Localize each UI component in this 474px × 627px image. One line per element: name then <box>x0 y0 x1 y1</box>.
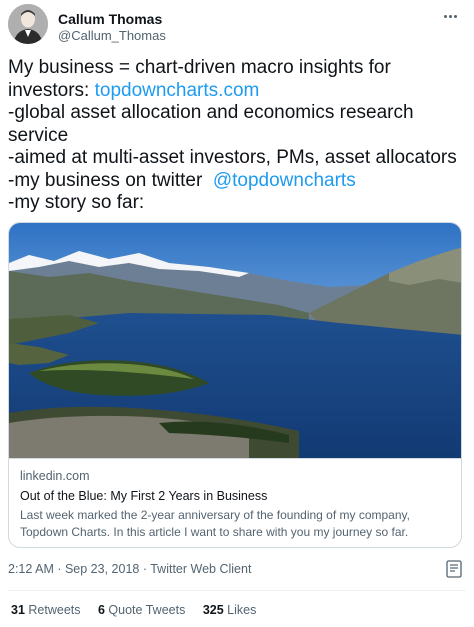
tweet-text: My business = chart-driven macro insight… <box>8 57 468 215</box>
card-domain: linkedin.com <box>20 469 90 483</box>
retweets-count: 31 <box>11 603 25 617</box>
card-description-line-2: Topdown Charts. In this article I want t… <box>20 525 409 539</box>
tweet-line-2: investors: topdowncharts.com <box>8 80 468 103</box>
tweet-line-6-prefix: -my business on twitter <box>8 169 213 191</box>
tweet-line-5: -aimed at multi-asset investors, PMs, as… <box>8 147 457 168</box>
tweet-line-6: -my business on twitter @topdowncharts <box>8 170 468 193</box>
avatar[interactable] <box>8 4 48 44</box>
quote-tweets-label: Quote Tweets <box>108 603 186 617</box>
author-handle[interactable]: @Callum_Thomas <box>58 28 166 43</box>
link-preview-card[interactable]: linkedin.com Out of the Blue: My First 2… <box>8 222 462 548</box>
quote-tweets-count: 6 <box>97 603 105 617</box>
tweet-line-3: -global asset allocation and economics r… <box>8 102 414 123</box>
card-title[interactable]: Out of the Blue: My First 2 Years in Bus… <box>20 488 452 505</box>
tweet-line-1: My business = chart-driven macro insight… <box>8 57 391 78</box>
quote-tweets-stat[interactable]: 6 Quote Tweets <box>98 603 185 617</box>
card-description-line-1: Last week marked the 2-year anniversary … <box>20 508 410 522</box>
likes-count: 325 <box>202 603 224 617</box>
website-link[interactable]: topdowncharts.com <box>95 80 260 101</box>
retweets-label: Retweets <box>28 603 81 617</box>
analytics-icon[interactable] <box>446 560 462 578</box>
author-name[interactable]: Callum Thomas <box>58 11 162 27</box>
card-image-lake-landscape <box>9 223 461 458</box>
mention-link[interactable]: @topdowncharts <box>213 170 356 191</box>
card-description: Last week marked the 2-year anniversary … <box>20 507 452 541</box>
more-icon[interactable] <box>440 8 460 24</box>
tweet-timestamp[interactable]: 2:12 AM · Sep 23, 2018 · Twitter Web Cli… <box>8 562 251 576</box>
likes-stat[interactable]: 325 Likes <box>203 603 257 617</box>
tweet-line-2-prefix: investors: <box>8 79 95 101</box>
divider-top <box>8 590 466 591</box>
avatar-photo <box>8 4 48 44</box>
tweet-line-7: -my story so far: <box>8 192 145 213</box>
retweets-stat[interactable]: 31 Retweets <box>11 603 81 617</box>
likes-label: Likes <box>227 603 257 617</box>
tweet-stats: 31 Retweets 6 Quote Tweets 325 Likes <box>11 603 270 617</box>
tweet-header: Callum Thomas @Callum_Thomas <box>8 4 466 46</box>
tweet-line-4: service <box>8 124 69 146</box>
card-meta: linkedin.com Out of the Blue: My First 2… <box>9 458 461 547</box>
